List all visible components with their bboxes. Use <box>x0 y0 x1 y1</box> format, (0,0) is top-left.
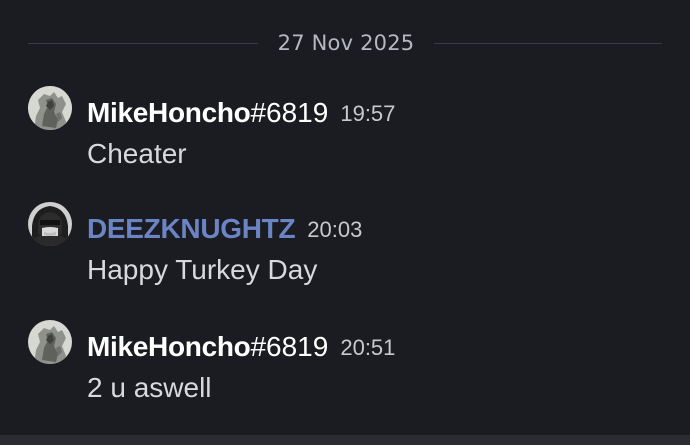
message-header: MikeHoncho#6819 19:57 <box>87 96 395 130</box>
date-divider-label: 27 Nov 2025 <box>277 31 415 55</box>
user-discriminator[interactable]: #6819 <box>250 331 328 362</box>
message-timestamp: 20:51 <box>340 335 396 360</box>
composer-edge <box>0 435 690 445</box>
message-content: Happy Turkey Day <box>87 254 318 285</box>
chat-message: DEEZKNUGHTZ 20:03 Happy Turkey Day <box>28 202 668 302</box>
message-timestamp: 20:03 <box>307 217 363 242</box>
username[interactable]: DEEZKNUGHTZ <box>87 213 296 244</box>
message-content: Cheater <box>87 138 187 169</box>
user-discriminator[interactable]: #6819 <box>250 97 328 128</box>
message-header: MikeHoncho#6819 20:51 <box>87 330 395 364</box>
chat-message: MikeHoncho#6819 19:57 Cheater <box>28 86 668 186</box>
divider-line-left <box>28 43 258 44</box>
chat-message: MikeHoncho#6819 20:51 2 u aswell <box>28 320 668 420</box>
message-timestamp: 19:57 <box>340 101 396 126</box>
message-content: 2 u aswell <box>87 372 212 403</box>
username[interactable]: MikeHoncho <box>87 331 251 362</box>
username[interactable]: MikeHoncho <box>87 97 251 128</box>
statue-avatar-icon[interactable] <box>28 86 72 130</box>
statue-avatar-icon[interactable] <box>28 320 72 364</box>
date-divider: 27 Nov 2025 <box>28 30 662 56</box>
message-header: DEEZKNUGHTZ 20:03 <box>87 212 362 246</box>
hooded-face-avatar-icon[interactable] <box>28 202 72 246</box>
divider-line-right <box>434 43 662 44</box>
